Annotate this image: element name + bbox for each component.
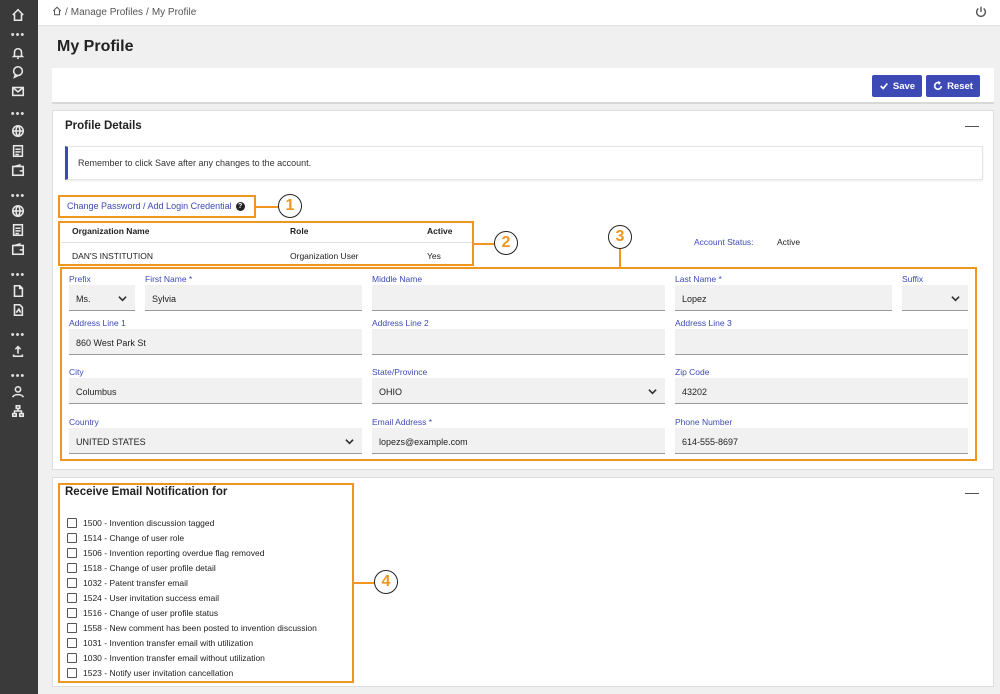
action-bar: Save Reset (52, 68, 994, 104)
pdf-file-icon[interactable] (9, 301, 27, 319)
save-reminder-notice: Remember to click Save after any changes… (65, 146, 983, 180)
dots-divider: ••• (10, 269, 26, 281)
save-button-label: Save (892, 80, 916, 92)
annotation-connector-4 (354, 582, 374, 584)
home-icon[interactable] (9, 6, 27, 24)
user-icon[interactable] (9, 383, 27, 401)
document-icon[interactable] (9, 142, 27, 160)
dots-divider: ••• (10, 370, 26, 382)
save-button[interactable]: Save (872, 75, 922, 97)
top-bar: / Manage Profiles / My Profile (38, 0, 1000, 26)
dots-divider: ••• (10, 29, 26, 41)
annotation-highlight-2 (58, 221, 474, 266)
annotation-callout-4: 4 (374, 570, 398, 594)
annotation-highlight-1 (58, 195, 256, 218)
sidebar: ••• ••• ••• ••• ••• ••• (0, 0, 38, 694)
check-icon (879, 82, 888, 90)
annotation-connector-3 (619, 249, 621, 268)
profile-details-title: Profile Details (65, 120, 142, 132)
annotation-highlight-3 (60, 267, 977, 461)
account-status-value: Active (777, 237, 801, 247)
breadcrumb-separator: / (65, 7, 68, 18)
dots-divider: ••• (10, 190, 26, 202)
wallet-icon[interactable] (9, 161, 27, 179)
document-icon[interactable] (9, 221, 27, 239)
reset-button[interactable]: Reset (926, 75, 980, 97)
annotation-callout-3: 3 (608, 225, 632, 249)
annotation-connector-2 (474, 243, 494, 245)
file-icon[interactable] (9, 282, 27, 300)
annotation-callout-1: 1 (278, 194, 302, 218)
upload-icon[interactable] (9, 342, 27, 360)
annotation-connector-1 (256, 206, 278, 208)
home-icon[interactable] (52, 6, 62, 19)
dots-divider: ••• (10, 329, 26, 341)
collapse-icon[interactable]: — (965, 484, 979, 500)
annotation-callout-2: 2 (494, 231, 518, 255)
refresh-icon (933, 81, 943, 90)
account-status-label: Account Status: (694, 237, 754, 247)
bell-icon[interactable] (9, 44, 27, 62)
reset-button-label: Reset (947, 80, 973, 92)
collapse-icon[interactable]: — (965, 117, 979, 133)
org-chart-icon[interactable] (9, 402, 27, 420)
globe-icon[interactable] (9, 122, 27, 140)
wallet-icon[interactable] (9, 240, 27, 258)
annotation-highlight-4 (58, 483, 354, 683)
page-title: My Profile (57, 38, 134, 55)
globe-icon[interactable] (9, 202, 27, 220)
breadcrumb: / Manage Profiles / My Profile (52, 6, 196, 19)
mail-icon[interactable] (9, 82, 27, 100)
dots-divider: ••• (10, 108, 26, 120)
breadcrumb-my-profile: My Profile (151, 7, 197, 18)
breadcrumb-manage-profiles[interactable]: Manage Profiles (71, 7, 143, 18)
breadcrumb-separator: / (146, 7, 149, 18)
power-icon[interactable] (974, 5, 988, 19)
chat-icon[interactable] (9, 63, 27, 81)
